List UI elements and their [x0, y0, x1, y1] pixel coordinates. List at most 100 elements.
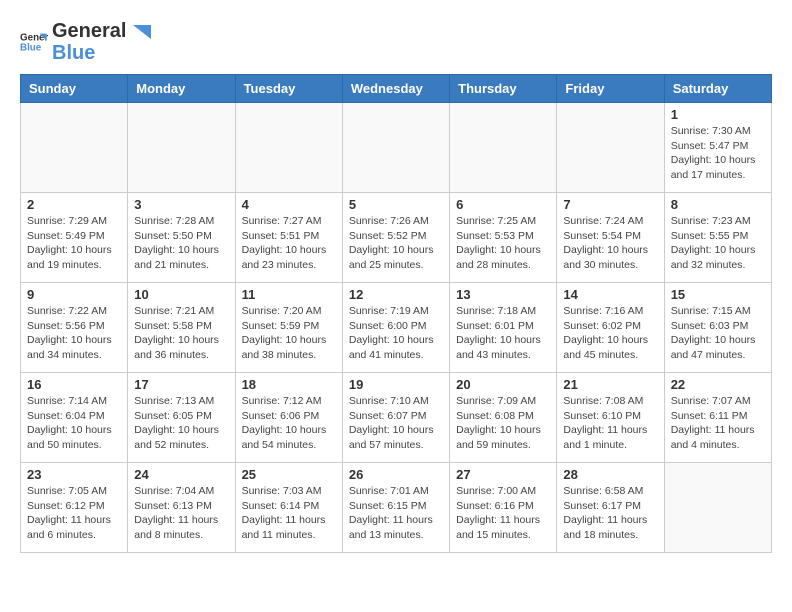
day-number: 27	[456, 467, 550, 482]
calendar-day-cell: 2 Sunrise: 7:29 AM Sunset: 5:49 PM Daylig…	[21, 193, 128, 283]
day-number: 28	[563, 467, 657, 482]
calendar-day-cell: 18 Sunrise: 7:12 AM Sunset: 6:06 PM Dayli…	[235, 373, 342, 463]
calendar-day-cell: 8 Sunrise: 7:23 AM Sunset: 5:55 PM Daylig…	[664, 193, 771, 283]
calendar-week-row: 9 Sunrise: 7:22 AM Sunset: 5:56 PM Daylig…	[21, 283, 772, 373]
calendar-day-header: Saturday	[664, 75, 771, 103]
calendar-day-cell	[128, 103, 235, 193]
day-detail: Sunrise: 7:01 AM Sunset: 6:15 PM Dayligh…	[349, 484, 443, 543]
day-number: 25	[242, 467, 336, 482]
day-number: 15	[671, 287, 765, 302]
day-detail: Sunrise: 7:28 AM Sunset: 5:50 PM Dayligh…	[134, 214, 228, 273]
day-detail: Sunrise: 7:23 AM Sunset: 5:55 PM Dayligh…	[671, 214, 765, 273]
calendar-day-cell: 7Sunrise: 7:24 AM Sunset: 5:54 PM Daylig…	[557, 193, 664, 283]
day-number: 1	[671, 107, 765, 122]
day-detail: Sunrise: 7:18 AM Sunset: 6:01 PM Dayligh…	[456, 304, 550, 363]
day-detail: Sunrise: 7:24 AM Sunset: 5:54 PM Dayligh…	[563, 214, 657, 273]
calendar-day-header: Thursday	[450, 75, 557, 103]
calendar-day-cell: 17 Sunrise: 7:13 AM Sunset: 6:05 PM Dayli…	[128, 373, 235, 463]
day-number: 6	[456, 197, 550, 212]
calendar-day-cell: 9 Sunrise: 7:22 AM Sunset: 5:56 PM Daylig…	[21, 283, 128, 373]
day-detail: Sunrise: 7:13 AM Sunset: 6:05 PM Dayligh…	[134, 394, 228, 453]
calendar-day-cell	[235, 103, 342, 193]
calendar-day-cell: 28Sunrise: 6:58 AM Sunset: 6:17 PM Dayli…	[557, 463, 664, 553]
calendar-day-cell	[342, 103, 449, 193]
day-number: 4	[242, 197, 336, 212]
logo-blue: Blue	[52, 42, 152, 64]
day-number: 23	[27, 467, 121, 482]
day-number: 3	[134, 197, 228, 212]
calendar-week-row: 16 Sunrise: 7:14 AM Sunset: 6:04 PM Dayli…	[21, 373, 772, 463]
day-number: 24	[134, 467, 228, 482]
calendar-day-header: Friday	[557, 75, 664, 103]
logo-arrow-icon	[133, 25, 151, 39]
day-number: 8	[671, 197, 765, 212]
calendar-day-header: Monday	[128, 75, 235, 103]
day-detail: Sunrise: 7:09 AM Sunset: 6:08 PM Dayligh…	[456, 394, 550, 453]
calendar-week-row: 2 Sunrise: 7:29 AM Sunset: 5:49 PM Daylig…	[21, 193, 772, 283]
calendar-day-cell: 11 Sunrise: 7:20 AM Sunset: 5:59 PM Dayli…	[235, 283, 342, 373]
calendar-day-cell: 5Sunrise: 7:26 AM Sunset: 5:52 PM Daylig…	[342, 193, 449, 283]
calendar-day-cell: 19 Sunrise: 7:10 AM Sunset: 6:07 PM Dayli…	[342, 373, 449, 463]
day-number: 21	[563, 377, 657, 392]
day-detail: Sunrise: 7:00 AM Sunset: 6:16 PM Dayligh…	[456, 484, 550, 543]
day-detail: Sunrise: 7:29 AM Sunset: 5:49 PM Dayligh…	[27, 214, 121, 273]
calendar-day-header: Sunday	[21, 75, 128, 103]
day-number: 26	[349, 467, 443, 482]
svg-text:Blue: Blue	[20, 42, 42, 53]
day-number: 17	[134, 377, 228, 392]
day-detail: Sunrise: 7:07 AM Sunset: 6:11 PM Dayligh…	[671, 394, 765, 453]
day-number: 9	[27, 287, 121, 302]
day-number: 16	[27, 377, 121, 392]
day-number: 19	[349, 377, 443, 392]
day-detail: Sunrise: 7:21 AM Sunset: 5:58 PM Dayligh…	[134, 304, 228, 363]
calendar-day-cell: 10 Sunrise: 7:21 AM Sunset: 5:58 PM Dayli…	[128, 283, 235, 373]
calendar-day-cell: 23 Sunrise: 7:05 AM Sunset: 6:12 PM Dayli…	[21, 463, 128, 553]
day-detail: Sunrise: 7:19 AM Sunset: 6:00 PM Dayligh…	[349, 304, 443, 363]
calendar-day-cell: 22 Sunrise: 7:07 AM Sunset: 6:11 PM Dayli…	[664, 373, 771, 463]
day-detail: Sunrise: 7:03 AM Sunset: 6:14 PM Dayligh…	[242, 484, 336, 543]
day-number: 22	[671, 377, 765, 392]
calendar-day-cell: 25 Sunrise: 7:03 AM Sunset: 6:14 PM Dayli…	[235, 463, 342, 553]
calendar-day-cell: 24 Sunrise: 7:04 AM Sunset: 6:13 PM Dayli…	[128, 463, 235, 553]
calendar-day-header: Wednesday	[342, 75, 449, 103]
day-detail: Sunrise: 7:30 AM Sunset: 5:47 PM Dayligh…	[671, 124, 765, 183]
page-header: General Blue General Blue	[20, 20, 772, 64]
calendar-day-cell: 26 Sunrise: 7:01 AM Sunset: 6:15 PM Dayli…	[342, 463, 449, 553]
day-number: 18	[242, 377, 336, 392]
logo-general: General	[52, 20, 126, 42]
logo-icon: General Blue	[20, 28, 48, 56]
day-detail: Sunrise: 7:08 AM Sunset: 6:10 PM Dayligh…	[563, 394, 657, 453]
calendar-day-cell: 6 Sunrise: 7:25 AM Sunset: 5:53 PM Daylig…	[450, 193, 557, 283]
day-detail: Sunrise: 7:20 AM Sunset: 5:59 PM Dayligh…	[242, 304, 336, 363]
calendar-day-cell: 3 Sunrise: 7:28 AM Sunset: 5:50 PM Daylig…	[128, 193, 235, 283]
day-detail: Sunrise: 7:15 AM Sunset: 6:03 PM Dayligh…	[671, 304, 765, 363]
calendar-day-cell	[557, 103, 664, 193]
day-number: 11	[242, 287, 336, 302]
day-detail: Sunrise: 7:05 AM Sunset: 6:12 PM Dayligh…	[27, 484, 121, 543]
calendar-day-cell: 20Sunrise: 7:09 AM Sunset: 6:08 PM Dayli…	[450, 373, 557, 463]
calendar-day-cell	[664, 463, 771, 553]
calendar-day-cell: 4 Sunrise: 7:27 AM Sunset: 5:51 PM Daylig…	[235, 193, 342, 283]
calendar-day-cell: 21 Sunrise: 7:08 AM Sunset: 6:10 PM Dayli…	[557, 373, 664, 463]
day-number: 2	[27, 197, 121, 212]
calendar-table: SundayMondayTuesdayWednesdayThursdayFrid…	[20, 74, 772, 553]
day-number: 12	[349, 287, 443, 302]
day-detail: Sunrise: 7:12 AM Sunset: 6:06 PM Dayligh…	[242, 394, 336, 453]
calendar-day-cell: 16 Sunrise: 7:14 AM Sunset: 6:04 PM Dayli…	[21, 373, 128, 463]
calendar-day-cell: 1 Sunrise: 7:30 AM Sunset: 5:47 PM Daylig…	[664, 103, 771, 193]
day-detail: Sunrise: 7:26 AM Sunset: 5:52 PM Dayligh…	[349, 214, 443, 273]
calendar-day-header: Tuesday	[235, 75, 342, 103]
day-number: 13	[456, 287, 550, 302]
calendar-day-cell	[21, 103, 128, 193]
day-detail: Sunrise: 7:27 AM Sunset: 5:51 PM Dayligh…	[242, 214, 336, 273]
day-detail: Sunrise: 7:04 AM Sunset: 6:13 PM Dayligh…	[134, 484, 228, 543]
calendar-day-cell: 14Sunrise: 7:16 AM Sunset: 6:02 PM Dayli…	[557, 283, 664, 373]
calendar-day-cell: 13 Sunrise: 7:18 AM Sunset: 6:01 PM Dayli…	[450, 283, 557, 373]
day-number: 10	[134, 287, 228, 302]
calendar-day-cell: 12 Sunrise: 7:19 AM Sunset: 6:00 PM Dayli…	[342, 283, 449, 373]
day-detail: Sunrise: 7:10 AM Sunset: 6:07 PM Dayligh…	[349, 394, 443, 453]
day-detail: Sunrise: 7:22 AM Sunset: 5:56 PM Dayligh…	[27, 304, 121, 363]
calendar-week-row: 1 Sunrise: 7:30 AM Sunset: 5:47 PM Daylig…	[21, 103, 772, 193]
day-detail: Sunrise: 7:25 AM Sunset: 5:53 PM Dayligh…	[456, 214, 550, 273]
day-detail: Sunrise: 7:14 AM Sunset: 6:04 PM Dayligh…	[27, 394, 121, 453]
